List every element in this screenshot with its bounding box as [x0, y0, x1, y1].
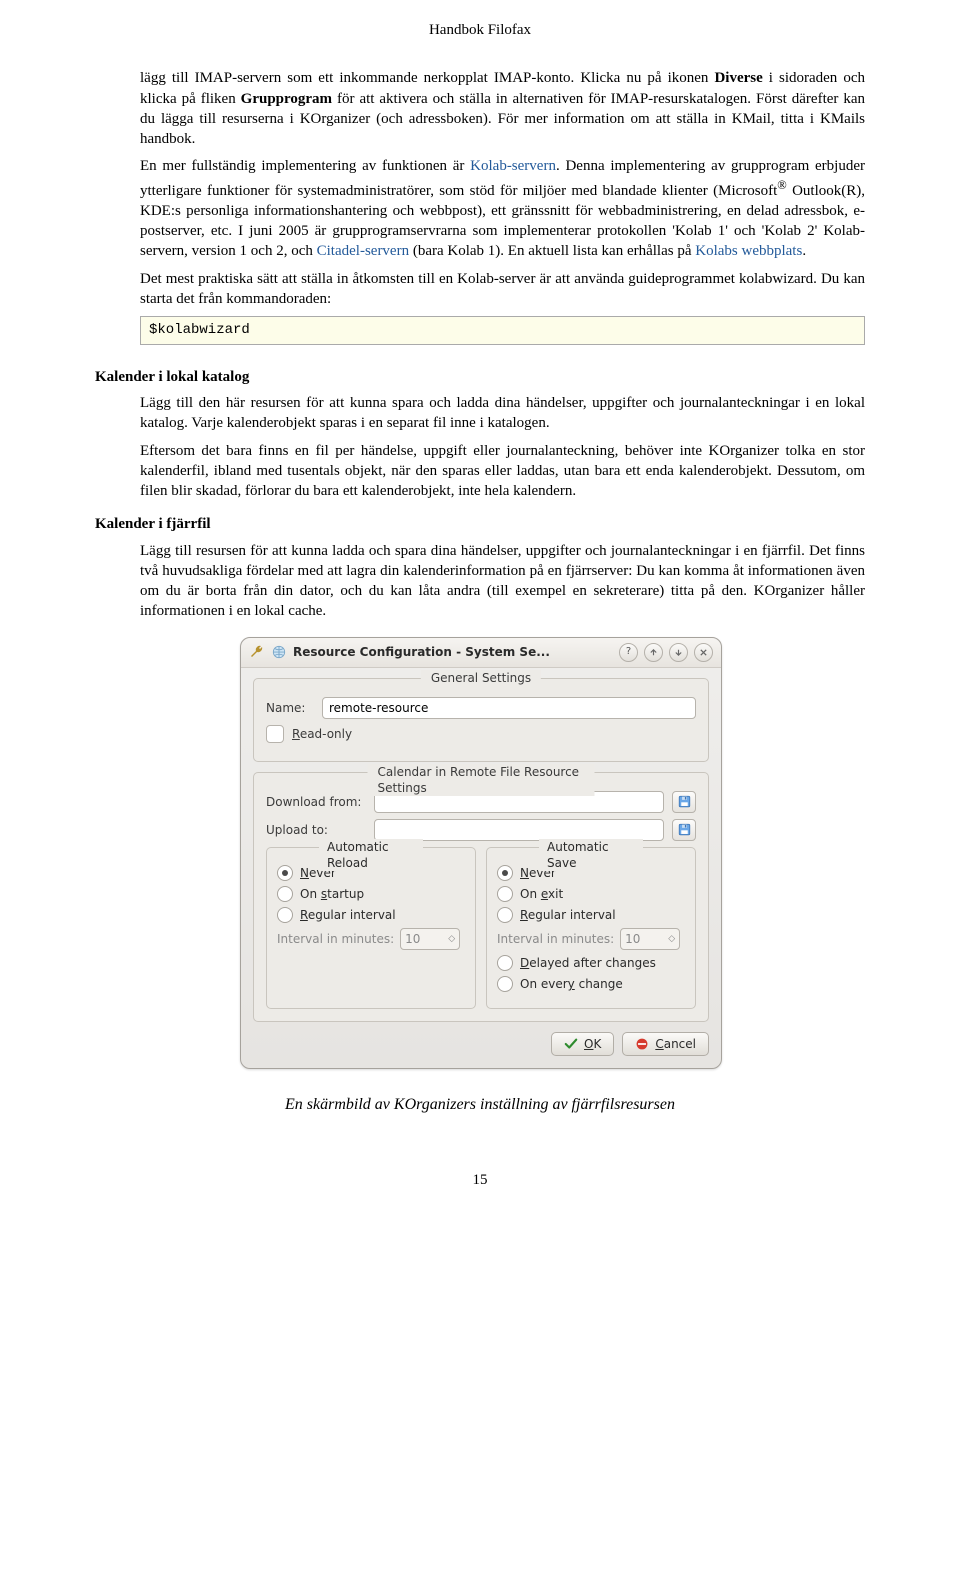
- link-kolab-servern[interactable]: Kolab-servern: [470, 158, 556, 174]
- save-regular-label: Regular interval: [520, 907, 616, 923]
- globe-icon: [271, 644, 287, 660]
- link-citadel-servern[interactable]: Citadel-servern: [317, 243, 409, 259]
- heading-kalender-lokal: Kalender i lokal katalog: [95, 367, 865, 387]
- page: Handbok Filofax lägg till IMAP-servern s…: [0, 0, 960, 1231]
- paragraph-imap: lägg till IMAP-servern som ett inkommand…: [140, 68, 865, 149]
- readonly-checkbox[interactable]: [266, 725, 284, 743]
- page-number: 15: [95, 1170, 865, 1190]
- minimize-button[interactable]: [644, 643, 663, 662]
- dialog-body: General Settings Name: Read-only Calenda…: [241, 668, 721, 1068]
- reload-interval-label: Interval in minutes:: [277, 931, 394, 947]
- save-never-radio[interactable]: [497, 865, 513, 881]
- name-input[interactable]: [322, 697, 696, 719]
- cancel-button[interactable]: Cancel: [622, 1032, 709, 1056]
- upload-to-input[interactable]: [374, 819, 664, 841]
- save-interval-spinner[interactable]: 10◇: [620, 928, 680, 950]
- dialog-title: Resource Configuration - System Se...: [293, 644, 550, 660]
- automatic-reload-group: Automatic Reload Never On startup Regula…: [266, 847, 476, 1009]
- reload-interval-spinner[interactable]: 10◇: [400, 928, 460, 950]
- reload-startup-label: On startup: [300, 886, 364, 902]
- save-delayed-label: Delayed after changes: [520, 955, 656, 971]
- floppy-icon: [678, 795, 691, 808]
- save-every-radio[interactable]: [497, 976, 513, 992]
- page-content: lägg till IMAP-servern som ett inkommand…: [95, 68, 865, 1190]
- remote-file-group: Calendar in Remote File Resource Setting…: [253, 772, 709, 1022]
- save-exit-label: On exit: [520, 886, 563, 902]
- text: lägg till IMAP-servern som ett inkommand…: [140, 70, 714, 86]
- close-button[interactable]: [694, 643, 713, 662]
- upload-to-label: Upload to:: [266, 822, 366, 838]
- download-from-label: Download from:: [266, 794, 366, 810]
- reload-regular-radio[interactable]: [277, 907, 293, 923]
- command-box: $kolabwizard: [140, 316, 865, 345]
- name-label: Name:: [266, 700, 314, 716]
- registered-symbol: ®: [777, 178, 787, 192]
- bold-grupprogram: Grupprogram: [241, 91, 332, 107]
- paragraph-fjarrfil: Lägg till resursen för att kunna ladda o…: [140, 541, 865, 622]
- reload-startup-radio[interactable]: [277, 886, 293, 902]
- automatic-save-title: Automatic Save: [539, 839, 643, 871]
- save-every-label: On every change: [520, 976, 623, 992]
- automatic-reload-title: Automatic Reload: [319, 839, 423, 871]
- paragraph-lokal-2: Eftersom det bara finns en fil per hände…: [140, 441, 865, 502]
- wrench-icon: [249, 644, 265, 660]
- save-regular-radio[interactable]: [497, 907, 513, 923]
- text: .: [802, 243, 806, 259]
- paragraph-lokal-1: Lägg till den här resursen för att kunna…: [140, 393, 865, 434]
- remote-file-title: Calendar in Remote File Resource Setting…: [368, 764, 595, 796]
- reload-regular-label: Regular interval: [300, 907, 396, 923]
- maximize-button[interactable]: [669, 643, 688, 662]
- text: En mer fullständig implementering av fun…: [140, 158, 470, 174]
- general-settings-title: General Settings: [421, 670, 541, 686]
- ok-label: OK: [584, 1036, 601, 1052]
- paragraph-guide: Det mest praktiska sätt att ställa in åt…: [140, 269, 865, 310]
- cancel-icon: [635, 1037, 649, 1051]
- heading-kalender-fjarrfil: Kalender i fjärrfil: [95, 514, 865, 534]
- cancel-label: Cancel: [655, 1036, 696, 1052]
- floppy-icon: [678, 823, 691, 836]
- dialog-titlebar: Resource Configuration - System Se... ?: [241, 638, 721, 668]
- upload-browse-button[interactable]: [672, 819, 696, 841]
- save-delayed-radio[interactable]: [497, 955, 513, 971]
- help-button[interactable]: ?: [619, 643, 638, 662]
- dialog-figure: Resource Configuration - System Se... ?: [240, 637, 720, 1069]
- readonly-label: Read-only: [292, 726, 352, 742]
- resource-config-dialog: Resource Configuration - System Se... ?: [240, 637, 722, 1069]
- ok-button[interactable]: OK: [551, 1032, 614, 1056]
- page-header-title: Handbok Filofax: [95, 20, 865, 40]
- text: (bara Kolab 1). En aktuell lista kan erh…: [409, 243, 695, 259]
- general-settings-group: General Settings Name: Read-only: [253, 678, 709, 762]
- check-icon: [564, 1037, 578, 1051]
- figure-caption: En skärmbild av KOrganizers inställning …: [95, 1094, 865, 1116]
- save-exit-radio[interactable]: [497, 886, 513, 902]
- bold-diverse: Diverse: [714, 70, 762, 86]
- link-kolabs-webbplats[interactable]: Kolabs webbplats: [695, 243, 802, 259]
- save-interval-label: Interval in minutes:: [497, 931, 614, 947]
- download-browse-button[interactable]: [672, 791, 696, 813]
- automatic-save-group: Automatic Save Never On exit Regular int…: [486, 847, 696, 1009]
- reload-never-radio[interactable]: [277, 865, 293, 881]
- paragraph-kolab: En mer fullständig implementering av fun…: [140, 156, 865, 261]
